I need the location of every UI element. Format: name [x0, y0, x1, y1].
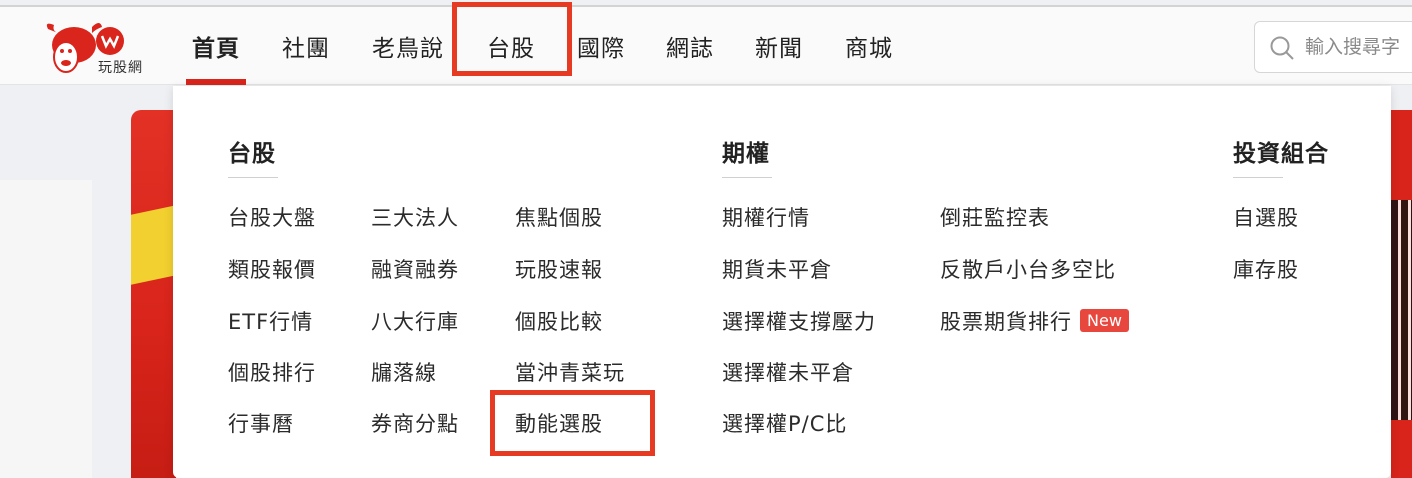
menu-link-watchlist[interactable]: 自選股 — [1233, 202, 1299, 232]
menu-link-advance-decline[interactable]: 牖落線 — [371, 357, 437, 387]
menu-link-institutional[interactable]: 三大法人 — [371, 202, 459, 232]
menu-link-dealer-monitor[interactable]: 倒莊監控表 — [940, 202, 1050, 232]
background-banner-left — [131, 110, 176, 478]
nav-home[interactable]: 首頁 — [192, 29, 240, 63]
nav-store[interactable]: 商城 — [845, 29, 893, 63]
section-divider — [1233, 177, 1283, 178]
menu-link-stock-ranking[interactable]: 個股排行 — [228, 357, 316, 387]
nav-blog[interactable]: 網誌 — [666, 29, 714, 63]
search-icon — [1270, 36, 1294, 60]
section-divider — [228, 177, 278, 178]
menu-link-eight-banks[interactable]: 八大行庫 — [371, 306, 459, 336]
nav-active-indicator — [186, 79, 246, 85]
nav-club[interactable]: 社團 — [282, 29, 330, 63]
menu-link-options-pc-ratio[interactable]: 選擇權P/C比 — [722, 408, 847, 438]
menu-link-broker-branches[interactable]: 券商分點 — [371, 408, 459, 438]
section-title-options: 期權 — [722, 141, 770, 167]
menu-link-calendar[interactable]: 行事曆 — [228, 408, 294, 438]
menu-link-options-oi[interactable]: 選擇權未平倉 — [722, 357, 854, 387]
menu-link-futures-oi[interactable]: 期貨未平倉 — [722, 254, 832, 284]
section-divider — [722, 177, 772, 178]
menu-link-options-support-resistance[interactable]: 選擇權支撐壓力 — [722, 306, 876, 336]
background-banner-pattern — [1391, 200, 1412, 420]
menu-link-focus-stocks[interactable]: 焦點個股 — [515, 202, 603, 232]
new-badge: New — [1080, 309, 1129, 332]
menu-link-retail-ratio[interactable]: 反散戶小台多空比 — [940, 254, 1116, 284]
taiwan-stocks-mega-menu: 台股 台股大盤 類股報價 ETF行情 個股排行 行事曆 三大法人 融資融券 八大… — [173, 86, 1391, 478]
momentum-picker-highlight — [490, 390, 655, 456]
menu-link-flash-report[interactable]: 玩股速報 — [515, 254, 603, 284]
search-box[interactable] — [1254, 21, 1412, 73]
menu-link-options-quotes[interactable]: 期權行情 — [722, 202, 810, 232]
menu-link-holdings[interactable]: 庫存股 — [1233, 254, 1299, 284]
menu-link-day-trading[interactable]: 當沖青菜玩 — [515, 357, 625, 387]
nav-taiwan-stocks-highlight — [452, 2, 572, 76]
nav-news[interactable]: 新聞 — [755, 29, 803, 63]
section-title-portfolio: 投資組合 — [1233, 141, 1329, 167]
background-panel — [0, 180, 92, 478]
background-banner-stripe — [131, 205, 176, 285]
menu-link-market-index[interactable]: 台股大盤 — [228, 202, 316, 232]
logo-text: 玩股網 — [98, 60, 143, 76]
menu-link-stock-compare[interactable]: 個股比較 — [515, 306, 603, 336]
nav-veterans[interactable]: 老鳥說 — [372, 29, 444, 63]
top-navbar: 玩股網 首頁 社團 老鳥說 台股 國際 網誌 新聞 商城 — [0, 7, 1412, 85]
search-input[interactable] — [1305, 32, 1412, 62]
section-title-taiwan-stocks: 台股 — [228, 141, 276, 167]
menu-link-etf-quotes[interactable]: ETF行情 — [228, 306, 313, 336]
menu-link-label: 股票期貨排行 — [940, 310, 1072, 334]
menu-link-sector-quotes[interactable]: 類股報價 — [228, 254, 316, 284]
menu-link-margin[interactable]: 融資融券 — [371, 254, 459, 284]
nav-international[interactable]: 國際 — [577, 29, 625, 63]
menu-link-stock-futures-ranking[interactable]: 股票期貨排行 New — [940, 306, 1129, 336]
